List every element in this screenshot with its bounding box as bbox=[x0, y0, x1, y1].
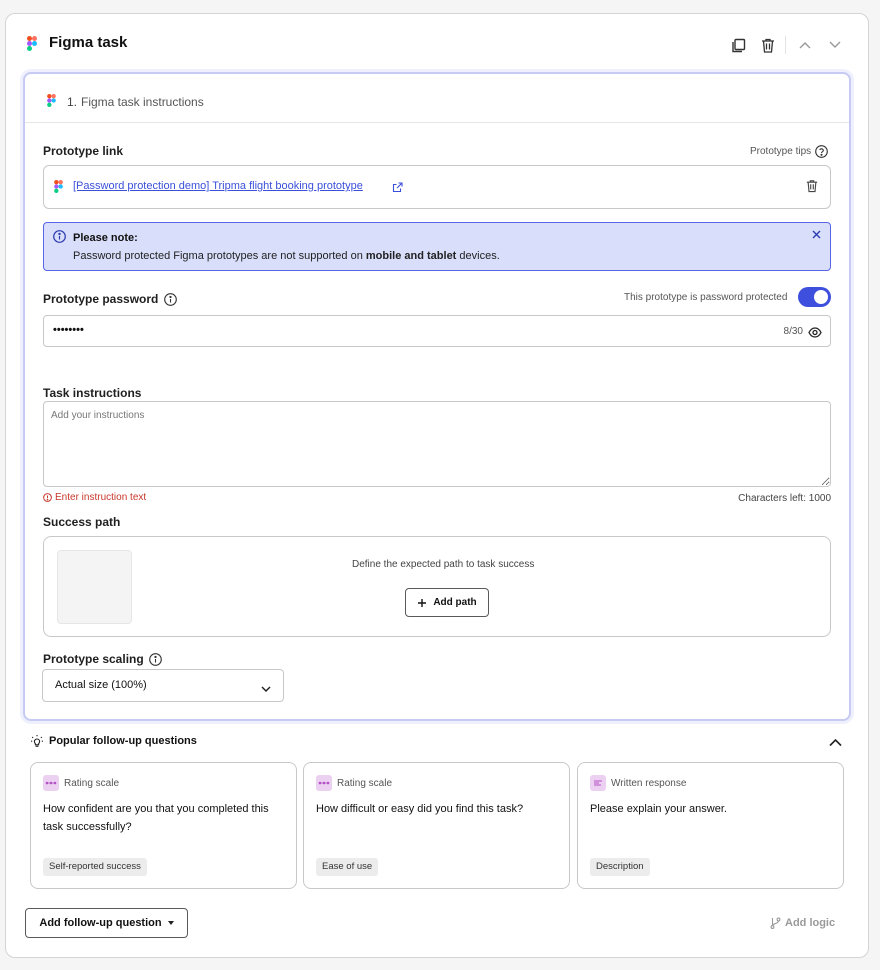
branch-icon bbox=[770, 917, 781, 929]
prototype-scaling-label: Prototype scaling bbox=[43, 652, 162, 666]
instruction-error: Enter instruction text bbox=[43, 492, 146, 503]
plus-icon bbox=[418, 598, 427, 607]
prototype-link-field: [Password protection demo] Tripma flight… bbox=[43, 165, 831, 209]
characters-left: Characters left: 1000 bbox=[738, 493, 831, 504]
note-text-after: devices. bbox=[456, 250, 500, 262]
chevron-down-icon bbox=[261, 680, 271, 698]
question-tag: Self-reported success bbox=[43, 858, 147, 876]
written-response-icon bbox=[590, 775, 606, 791]
remove-link-button[interactable] bbox=[806, 179, 818, 198]
question-text: Please explain your answer. bbox=[590, 803, 727, 815]
path-thumbnail bbox=[57, 550, 132, 624]
panel-number: 1. bbox=[67, 95, 78, 109]
prototype-password-label: Prototype password bbox=[43, 292, 178, 306]
close-icon bbox=[812, 230, 821, 239]
copy-icon bbox=[731, 38, 745, 52]
password-value: •••••••• bbox=[53, 324, 84, 336]
password-toggle-label: This prototype is password protected bbox=[624, 292, 788, 303]
follow-up-card[interactable]: Rating scale How confident are you that … bbox=[30, 762, 297, 889]
password-toggle[interactable] bbox=[798, 287, 831, 307]
success-path-box: Define the expected path to task success… bbox=[43, 536, 831, 637]
chevron-down-icon bbox=[829, 41, 841, 48]
copy-button[interactable] bbox=[729, 36, 747, 54]
trash-icon bbox=[806, 180, 818, 193]
prototype-link[interactable]: [Password protection demo] Tripma flight… bbox=[73, 180, 363, 192]
help-circle-icon bbox=[815, 145, 829, 158]
add-follow-up-button[interactable]: Add follow-up question bbox=[25, 908, 188, 938]
question-type: Rating scale bbox=[64, 778, 120, 789]
move-down-button[interactable] bbox=[826, 36, 844, 54]
info-icon bbox=[53, 230, 66, 248]
add-path-button[interactable]: Add path bbox=[405, 588, 489, 617]
error-icon bbox=[43, 493, 52, 502]
add-logic-button[interactable]: Add logic bbox=[770, 917, 835, 929]
prototype-tips-text: Prototype tips bbox=[750, 146, 812, 157]
delete-task-button[interactable] bbox=[759, 36, 777, 54]
info-icon[interactable] bbox=[164, 292, 178, 306]
trash-icon bbox=[762, 38, 774, 53]
task-instructions-label: Task instructions bbox=[43, 386, 142, 400]
info-icon[interactable] bbox=[148, 652, 162, 666]
question-tag: Description bbox=[590, 858, 650, 876]
move-up-button[interactable] bbox=[796, 36, 814, 54]
follow-up-card[interactable]: Written response Please explain your ans… bbox=[577, 762, 844, 889]
figma-logo-icon bbox=[54, 180, 63, 198]
prototype-password-text: Prototype password bbox=[43, 292, 159, 306]
show-password-button[interactable] bbox=[808, 325, 822, 343]
header-divider bbox=[785, 36, 786, 54]
lightbulb-icon bbox=[30, 734, 44, 753]
prototype-scaling-select[interactable]: Actual size (100%) bbox=[42, 669, 284, 702]
password-note-banner: Please note: Password protected Figma pr… bbox=[43, 222, 831, 271]
question-text: How confident are you that you completed… bbox=[43, 803, 269, 833]
task-instructions-input[interactable] bbox=[43, 401, 831, 487]
external-link-icon[interactable] bbox=[392, 180, 403, 198]
note-text: Password protected Figma prototypes are … bbox=[73, 250, 500, 262]
note-text-bold: mobile and tablet bbox=[365, 250, 457, 262]
chevron-up-icon bbox=[829, 738, 842, 747]
follow-up-card[interactable]: Rating scale How difficult or easy did y… bbox=[303, 762, 570, 889]
chevron-up-icon bbox=[799, 42, 811, 49]
password-counter: 8/30 bbox=[783, 326, 803, 337]
note-text-before: Password protected Figma prototypes are … bbox=[73, 250, 366, 262]
add-path-label: Add path bbox=[433, 597, 477, 608]
prototype-tips-link[interactable]: Prototype tips bbox=[750, 145, 829, 158]
note-title: Please note: bbox=[73, 232, 138, 244]
rating-scale-icon bbox=[43, 775, 59, 791]
instruction-error-text: Enter instruction text bbox=[55, 492, 147, 503]
question-text: How difficult or easy did you find this … bbox=[316, 803, 524, 815]
collapse-button[interactable] bbox=[829, 734, 842, 752]
page-title: Figma task bbox=[49, 34, 128, 51]
panel-title: Figma task instructions bbox=[81, 95, 204, 109]
success-path-description: Define the expected path to task success bbox=[352, 559, 535, 570]
question-tag: Ease of use bbox=[316, 858, 379, 876]
scaling-selected-value: Actual size (100%) bbox=[55, 679, 147, 691]
rating-scale-icon bbox=[316, 775, 332, 791]
success-path-label: Success path bbox=[43, 515, 121, 529]
figma-logo-icon bbox=[27, 36, 37, 56]
close-note-button[interactable] bbox=[811, 227, 822, 245]
toggle-knob bbox=[814, 290, 828, 304]
question-type: Written response bbox=[611, 778, 687, 789]
password-input[interactable]: •••••••• 8/30 bbox=[43, 315, 831, 347]
add-logic-label: Add logic bbox=[785, 917, 836, 929]
prototype-link-label: Prototype link bbox=[43, 144, 124, 158]
caret-down-icon bbox=[167, 921, 174, 925]
add-follow-up-label: Add follow-up question bbox=[39, 917, 162, 929]
prototype-scaling-text: Prototype scaling bbox=[43, 652, 144, 666]
panel-header[interactable]: 1. Figma task instructions bbox=[25, 74, 849, 123]
eye-icon bbox=[808, 327, 822, 338]
figma-logo-icon bbox=[47, 94, 56, 112]
question-type: Rating scale bbox=[337, 778, 393, 789]
popular-follow-up-title: Popular follow-up questions bbox=[49, 735, 197, 747]
